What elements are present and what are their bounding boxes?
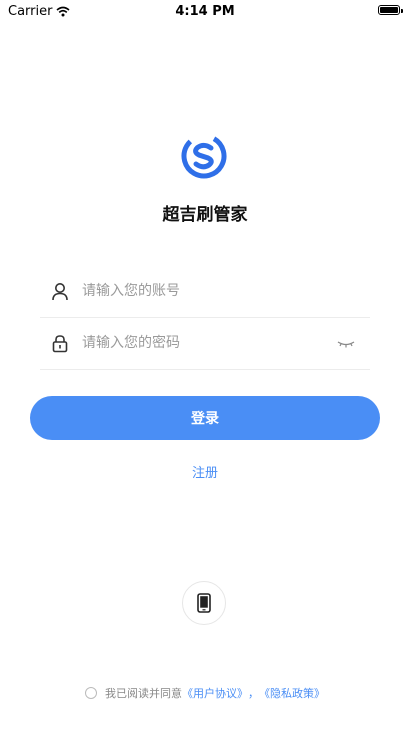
- status-time: 4:14 PM: [175, 4, 235, 19]
- login-button[interactable]: 登录: [30, 396, 380, 440]
- app-name: 超吉刷管家: [162, 205, 248, 225]
- agree-checkbox[interactable]: [85, 687, 97, 699]
- agreement-separator: ，: [248, 687, 259, 700]
- phone-icon: [197, 593, 211, 613]
- password-field: [40, 317, 370, 370]
- privacy-policy-link[interactable]: 《隐私政策》: [259, 685, 325, 701]
- eye-closed-icon[interactable]: [336, 336, 356, 350]
- lock-icon: [50, 333, 70, 353]
- user-agreement-link[interactable]: 《用户协议》: [182, 685, 248, 701]
- user-icon: [50, 281, 70, 301]
- account-input[interactable]: [80, 282, 370, 300]
- status-bar: Carrier 4:14 PM: [0, 0, 410, 22]
- phone-login-button[interactable]: [182, 581, 226, 625]
- agreement-row: 我已阅读并同意 《用户协议》 ， 《隐私政策》: [0, 685, 410, 701]
- app-logo-icon: [181, 133, 227, 179]
- account-field: [40, 265, 370, 318]
- password-input[interactable]: [80, 334, 336, 352]
- battery-icon: [378, 5, 403, 15]
- register-link[interactable]: 注册: [0, 462, 410, 481]
- agreement-prefix: 我已阅读并同意: [105, 687, 182, 700]
